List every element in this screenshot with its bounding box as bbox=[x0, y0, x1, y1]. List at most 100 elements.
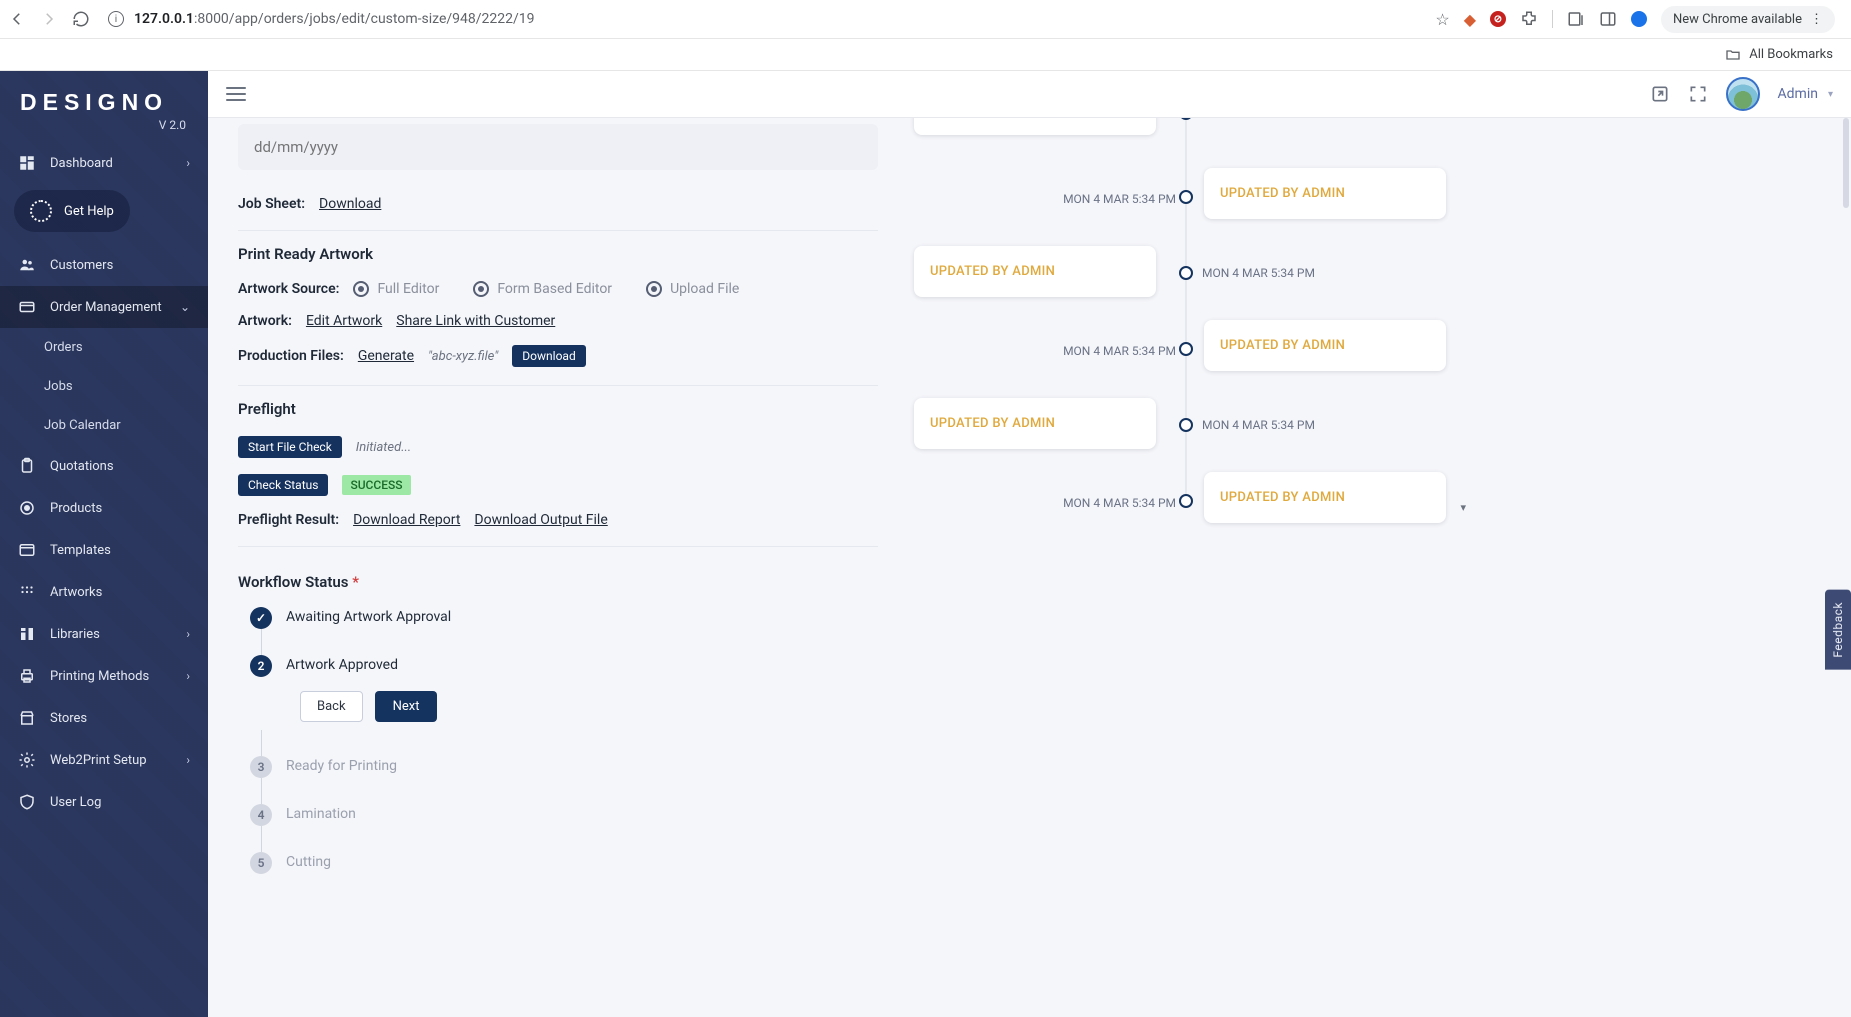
sidebar-subitem-job-calendar[interactable]: Job Calendar bbox=[0, 406, 208, 445]
back-button[interactable]: Back bbox=[300, 691, 363, 722]
extension-icon[interactable]: ◆ bbox=[1464, 10, 1476, 29]
job-form: Job Sheet: Download Print Ready Artwork … bbox=[238, 118, 878, 997]
step-label: Artwork Approved bbox=[286, 655, 398, 673]
side-panel-icon[interactable] bbox=[1599, 10, 1617, 28]
timeline-card: UPDATED BY ADMIN bbox=[1204, 168, 1446, 219]
sidebar-item-customers[interactable]: Customers bbox=[0, 244, 208, 286]
workflow-step: 5 Cutting bbox=[250, 852, 878, 874]
timeline-dot-icon bbox=[1179, 190, 1193, 204]
status-badge: SUCCESS bbox=[342, 475, 410, 495]
timeline-dot-icon bbox=[1179, 266, 1193, 280]
radio-label: Full Editor bbox=[377, 281, 439, 297]
sidebar-item-stores[interactable]: Stores bbox=[0, 697, 208, 739]
edit-artwork-link[interactable]: Edit Artwork bbox=[306, 313, 382, 329]
scrollbar-thumb[interactable] bbox=[1843, 118, 1849, 208]
reading-list-icon[interactable] bbox=[1567, 10, 1585, 28]
new-chrome-button[interactable]: New Chrome available ⋮ bbox=[1661, 6, 1835, 33]
forward-icon[interactable] bbox=[40, 10, 58, 28]
sidebar-item-artworks[interactable]: Artworks bbox=[0, 571, 208, 613]
sidebar-item-quotations[interactable]: Quotations bbox=[0, 445, 208, 487]
workflow-stepper: ✓ Awaiting Artwork Approval 2 Artwork Ap… bbox=[238, 607, 878, 874]
generate-link[interactable]: Generate bbox=[358, 348, 414, 364]
sidebar-item-order-management[interactable]: Order Management ⌄ bbox=[0, 286, 208, 328]
bookmark-star-icon[interactable]: ☆ bbox=[1435, 10, 1449, 29]
radio-upload-file[interactable]: Upload File bbox=[646, 281, 739, 297]
timeline-entry: MON 4 MAR 5:34 PM UPDATED BY ADMIN bbox=[902, 472, 1462, 544]
all-bookmarks-button[interactable]: All Bookmarks bbox=[1725, 47, 1833, 63]
sidebar-item-label: Printing Methods bbox=[50, 669, 149, 684]
timeline-text: UPDATED BY ADMIN bbox=[1220, 490, 1345, 505]
profile-avatar-icon[interactable] bbox=[1631, 11, 1647, 27]
sidebar-item-templates[interactable]: Templates bbox=[0, 529, 208, 571]
check-status-button[interactable]: Check Status bbox=[238, 474, 328, 496]
scroll-down-icon[interactable]: ▾ bbox=[1460, 501, 1466, 514]
new-chrome-label: New Chrome available bbox=[1673, 12, 1802, 27]
job-sheet-download-link[interactable]: Download bbox=[319, 196, 381, 212]
timeline-card: UPDATED BY ADMIN bbox=[914, 398, 1156, 449]
avatar[interactable] bbox=[1726, 77, 1760, 111]
url-path: :8000/app/orders/jobs/edit/custom-size/9… bbox=[194, 11, 535, 27]
get-help-button[interactable]: Get Help bbox=[14, 190, 130, 232]
address-bar[interactable]: i 127.0.0.1:8000/app/orders/jobs/edit/cu… bbox=[108, 11, 1425, 27]
timeline-dot-icon bbox=[1179, 118, 1193, 120]
timeline-text: UPDATED BY ADMIN bbox=[1220, 186, 1345, 201]
download-report-link[interactable]: Download Report bbox=[353, 512, 460, 528]
sidebar-item-label: Templates bbox=[50, 543, 111, 558]
timeline-dot-icon bbox=[1179, 494, 1193, 508]
timeline-card: UPDATED BY ADMIN bbox=[914, 118, 1156, 135]
help-icon bbox=[30, 200, 52, 222]
site-info-icon[interactable]: i bbox=[108, 11, 124, 27]
radio-full-editor[interactable]: Full Editor bbox=[353, 281, 439, 297]
step-connector bbox=[261, 629, 262, 655]
radio-form-editor[interactable]: Form Based Editor bbox=[473, 281, 612, 297]
extension-badge-icon[interactable]: ⊘ bbox=[1490, 11, 1506, 27]
download-button[interactable]: Download bbox=[512, 345, 585, 367]
sidebar-item-web2print[interactable]: Web2Print Setup › bbox=[0, 739, 208, 781]
hamburger-icon[interactable] bbox=[226, 87, 246, 101]
sidebar-item-products[interactable]: Products bbox=[0, 487, 208, 529]
reload-icon[interactable] bbox=[72, 10, 90, 28]
sidebar-item-label: Products bbox=[50, 501, 102, 516]
user-dropdown[interactable]: Admin ▾ bbox=[1778, 86, 1833, 102]
card-icon bbox=[18, 298, 36, 316]
sidebar-item-label: Order Management bbox=[50, 300, 162, 315]
sidebar-subitem-orders[interactable]: Orders bbox=[0, 328, 208, 367]
start-file-check-button[interactable]: Start File Check bbox=[238, 436, 342, 458]
sidebar-item-libraries[interactable]: Libraries › bbox=[0, 613, 208, 655]
sidebar-item-printing-methods[interactable]: Printing Methods › bbox=[0, 655, 208, 697]
radio-dot-icon bbox=[646, 281, 662, 297]
chevron-right-icon: › bbox=[186, 156, 190, 170]
sidebar-item-user-log[interactable]: User Log bbox=[0, 781, 208, 823]
all-bookmarks-label: All Bookmarks bbox=[1749, 47, 1833, 62]
step-number: 2 bbox=[250, 655, 272, 677]
step-label: Lamination bbox=[286, 804, 356, 822]
timeline-card: UPDATED BY ADMIN bbox=[914, 246, 1156, 297]
sidebar-item-label: Dashboard bbox=[50, 156, 113, 171]
printer-icon bbox=[18, 667, 36, 685]
download-output-link[interactable]: Download Output File bbox=[474, 512, 607, 528]
preflight-result-label: Preflight Result: bbox=[238, 512, 339, 528]
next-button[interactable]: Next bbox=[375, 691, 438, 722]
back-icon[interactable] bbox=[8, 10, 26, 28]
date-input[interactable] bbox=[238, 124, 878, 170]
sidebar-item-label: Orders bbox=[44, 340, 83, 355]
feedback-tab[interactable]: Feedback bbox=[1825, 590, 1851, 670]
workflow-step: 3 Ready for Printing bbox=[250, 756, 878, 778]
section-print-ready: Print Ready Artwork bbox=[238, 231, 878, 273]
workflow-status-title: Workflow Status * bbox=[238, 573, 878, 591]
step-check-icon: ✓ bbox=[250, 607, 272, 629]
extensions-puzzle-icon[interactable] bbox=[1520, 10, 1538, 28]
step-label: Awaiting Artwork Approval bbox=[286, 607, 451, 625]
timeline-entry: MON 4 MAR 5:34 PM UPDATED BY ADMIN bbox=[902, 396, 1462, 468]
share-link[interactable]: Share Link with Customer bbox=[396, 313, 555, 329]
step-number: 5 bbox=[250, 852, 272, 874]
sidebar-item-dashboard[interactable]: Dashboard › bbox=[0, 142, 208, 184]
fullscreen-icon[interactable] bbox=[1688, 84, 1708, 104]
sidebar-subitem-jobs[interactable]: Jobs bbox=[0, 367, 208, 406]
open-external-icon[interactable] bbox=[1650, 84, 1670, 104]
sidebar-item-label: Job Calendar bbox=[44, 418, 121, 433]
gear-icon bbox=[18, 751, 36, 769]
customers-icon bbox=[18, 256, 36, 274]
artworks-icon bbox=[18, 583, 36, 601]
job-sheet-label: Job Sheet: bbox=[238, 196, 305, 212]
